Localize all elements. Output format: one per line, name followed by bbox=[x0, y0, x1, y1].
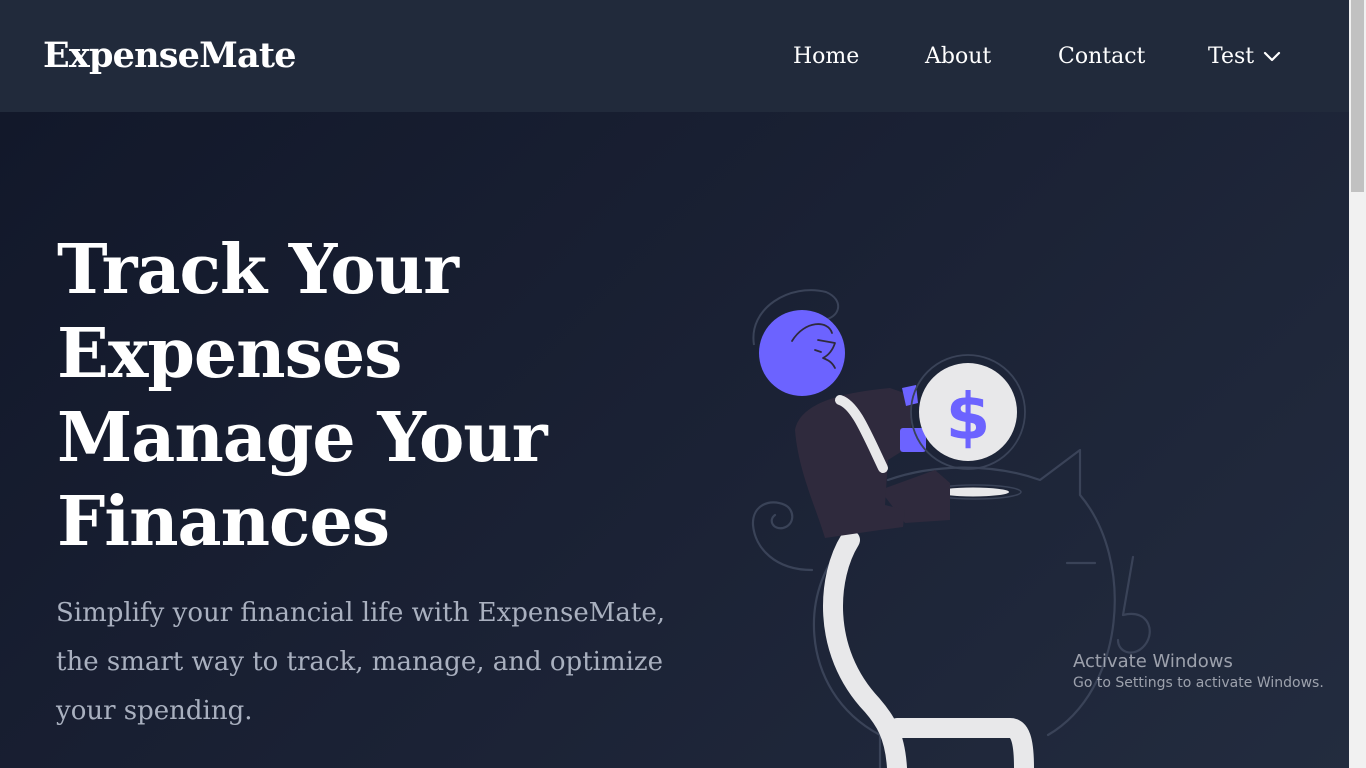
vertical-scrollbar[interactable] bbox=[1349, 0, 1366, 768]
hero-title-line: Expenses bbox=[57, 314, 402, 394]
windows-activation-watermark: Activate Windows Go to Settings to activ… bbox=[1073, 651, 1324, 693]
coin: $ bbox=[910, 354, 1026, 470]
nav-link-home[interactable]: Home bbox=[793, 42, 859, 72]
dollar-sign-icon: $ bbox=[946, 381, 991, 455]
nav-link-about[interactable]: About bbox=[925, 42, 991, 72]
hero-title: Track Your Expenses Manage Your Finances bbox=[57, 228, 697, 564]
brand-logo[interactable]: ExpenseMate bbox=[43, 34, 297, 78]
hero-title-line: Finances bbox=[57, 482, 390, 562]
hero-subtitle: Simplify your financial life with Expens… bbox=[56, 598, 666, 726]
scrollbar-thumb[interactable] bbox=[1351, 0, 1364, 192]
person-head bbox=[752, 289, 845, 396]
person-sleeve bbox=[900, 428, 926, 452]
watermark-title: Activate Windows bbox=[1073, 651, 1233, 672]
piggy-legs bbox=[823, 530, 1034, 768]
nav-link-contact[interactable]: Contact bbox=[1058, 42, 1145, 72]
piggy-bank-illustration: $ bbox=[751, 289, 1151, 768]
chevron-down-icon[interactable] bbox=[1263, 49, 1281, 63]
hero-title-line: Track Your bbox=[57, 230, 459, 310]
hero-title-line: Manage Your bbox=[57, 398, 548, 478]
watermark-subtitle: Go to Settings to activate Windows. bbox=[1073, 675, 1324, 691]
nav-dropdown-test[interactable]: Test bbox=[1208, 42, 1254, 72]
page: ExpenseMate Home About Contact Test Trac… bbox=[0, 0, 1366, 768]
navbar: ExpenseMate Home About Contact Test bbox=[0, 0, 1349, 112]
